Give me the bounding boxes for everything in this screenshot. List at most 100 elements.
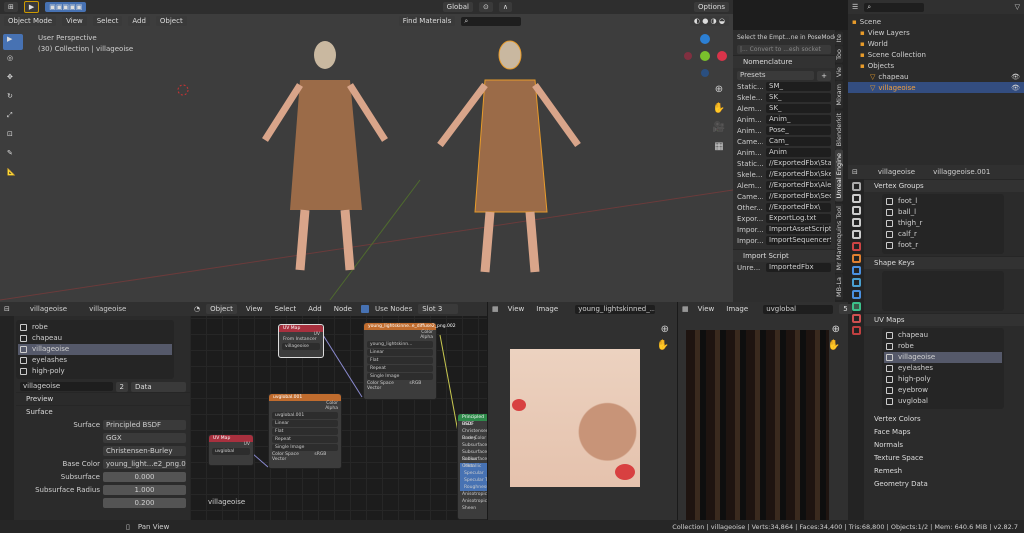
list-item[interactable]: calf_r	[884, 229, 1002, 240]
list-item[interactable]: foot_l	[884, 196, 1002, 207]
display-mode-icon[interactable]: ☰	[852, 3, 858, 11]
add-preset-button[interactable]: +	[817, 70, 831, 81]
list-item[interactable]: foot_r	[884, 240, 1002, 251]
properties-tab[interactable]	[851, 266, 861, 275]
row-field[interactable]: Pose_	[766, 126, 831, 135]
sidebar-tab[interactable]: Vie	[835, 64, 843, 81]
properties-tab[interactable]	[851, 326, 861, 335]
eye-icon[interactable]: 👁	[1011, 84, 1020, 92]
node-image-texture[interactable]: young_lightskinne..e_diffuse2_png.002 Co…	[363, 322, 456, 400]
sidebar-tab[interactable]: MB-La	[835, 274, 843, 301]
outliner-item[interactable]: ▪ Objects	[848, 60, 1024, 71]
list-item[interactable]: chapeau	[18, 333, 172, 344]
properties-section[interactable]: Geometry Data	[864, 478, 1024, 491]
list-item[interactable]: villageoise	[18, 344, 172, 355]
list-item[interactable]: eyelashes	[18, 355, 172, 366]
users-count[interactable]: 2	[115, 381, 128, 392]
row-value[interactable]: Christensen-Burley	[103, 445, 186, 456]
list-item[interactable]: high-poly	[18, 366, 172, 377]
properties-tab[interactable]	[851, 182, 861, 191]
row-field[interactable]: //ExportedFbx\Skel...	[766, 170, 831, 179]
menu-view[interactable]: View	[695, 305, 718, 313]
sidebar-tab[interactable]: Mr Mannequins Tool	[835, 202, 843, 274]
list-item[interactable]: villageoise	[884, 352, 1002, 363]
row-field[interactable]: //ExportedFbx\	[766, 203, 831, 212]
list-item[interactable]: thigh_r	[884, 218, 1002, 229]
sidebar-tab[interactable]: Unreal Engine	[835, 150, 843, 202]
zoom-icon[interactable]: ⊕	[661, 324, 669, 335]
properties-tab[interactable]	[851, 242, 861, 251]
outliner-item[interactable]: ▪ Scene	[848, 16, 1024, 27]
list-item[interactable]: ball_l	[884, 207, 1002, 218]
users-count[interactable]: 5	[839, 304, 852, 314]
camera-icon[interactable]: 🎥	[711, 118, 727, 137]
properties-tab[interactable]	[851, 302, 861, 311]
properties-section[interactable]: Normals	[864, 439, 1024, 452]
row-field[interactable]: SK_	[766, 104, 831, 113]
node-uv-map-1[interactable]: UV Map UV From Instancer villageoise	[278, 324, 324, 358]
shape-keys-section[interactable]: Shape Keys	[864, 256, 1024, 269]
menu-image[interactable]: Image	[533, 305, 561, 313]
outliner-item[interactable]: ▪ View Layers	[848, 27, 1024, 38]
image-selector[interactable]: young_lightskinned_...	[575, 304, 656, 314]
list-item[interactable]: eyebrow	[884, 385, 1002, 396]
sidebar-tab[interactable]: Too	[835, 46, 843, 64]
zoom-icon[interactable]: ⊕	[832, 324, 840, 335]
image-selector[interactable]: uvglobal	[763, 304, 834, 314]
node-uvglobal-texture[interactable]: uvglobal.001 Color Alpha uvglobal.001 Li…	[268, 393, 342, 469]
list-item[interactable]: robe	[18, 322, 172, 333]
row-value[interactable]: GGX	[103, 432, 186, 443]
3d-viewport[interactable]: ⊞ ▶ ▣▣▣▣▣ Global ⊙ ∧ Options Object Mode…	[0, 0, 733, 302]
properties-section[interactable]: Vertex Colors	[864, 413, 1024, 426]
properties-section[interactable]: Remesh	[864, 465, 1024, 478]
properties-tab[interactable]	[851, 290, 861, 299]
row-field[interactable]: ExportLog.txt	[766, 214, 831, 223]
grid-icon[interactable]: ▦	[711, 137, 727, 156]
properties-section[interactable]: Texture Space	[864, 452, 1024, 465]
properties-tab[interactable]	[851, 314, 861, 323]
convert-button[interactable]: |... Convert to ...esh socket	[737, 45, 831, 54]
properties-tab[interactable]	[851, 206, 861, 215]
shader-node-editor[interactable]: ◔ Object View Select Add Node Use Nodes Slot…	[190, 302, 497, 520]
presets-dropdown[interactable]: Presets	[737, 71, 815, 80]
properties-tab[interactable]	[851, 278, 861, 287]
image-editor-1[interactable]: ▦ View Image young_lightskinned_... ⊕ ✋	[487, 302, 677, 520]
row-field[interactable]: Anim_	[766, 115, 831, 124]
properties-tab[interactable]	[851, 194, 861, 203]
row-field[interactable]: SK_	[766, 93, 831, 102]
row-value[interactable]: Principled BSDF	[103, 419, 186, 430]
uv-maps-section[interactable]: UV Maps	[864, 313, 1024, 326]
editor-type-icon[interactable]: ▦	[492, 305, 499, 313]
list-item[interactable]: eyelashes	[884, 363, 1002, 374]
zoom-icon[interactable]: ⊕	[711, 80, 727, 99]
row-field[interactable]: ImportAssetScript.py	[766, 225, 831, 234]
import-script-section[interactable]: Import Script	[733, 249, 835, 262]
row-field[interactable]: //ExportedFbx\Sequ...	[766, 192, 831, 201]
eye-icon[interactable]: 👁	[1011, 73, 1020, 81]
preview-section[interactable]: Preview	[16, 392, 190, 405]
editor-type-icon[interactable]: ▦	[682, 305, 689, 313]
pan-hand-icon[interactable]: ✋	[657, 340, 669, 351]
vertex-groups-section[interactable]: Vertex Groups	[864, 179, 1024, 192]
row-value[interactable]: 0.200	[103, 497, 186, 508]
properties-tab[interactable]	[851, 218, 861, 227]
unreal-field[interactable]: ImportedFbx	[766, 263, 831, 272]
row-field[interactable]: //ExportedFbx\Stati...	[766, 159, 831, 168]
outliner-item[interactable]: ▽ chapeau 👁	[848, 71, 1024, 82]
list-item[interactable]: high-poly	[884, 374, 1002, 385]
row-field[interactable]: //ExportedFbx\Ale...	[766, 181, 831, 190]
list-item[interactable]: uvglobal	[884, 396, 1002, 407]
sidebar-tab[interactable]: Blenderkit	[835, 109, 843, 150]
menu-image[interactable]: Image	[723, 305, 751, 313]
editor-type-icon[interactable]: ⊟	[4, 305, 10, 313]
row-value[interactable]: 1.000	[103, 484, 186, 495]
pan-hand-icon[interactable]: ✋	[711, 99, 727, 118]
outliner-item[interactable]: ▽ villageoise 👁	[848, 82, 1024, 93]
nomenclature-section[interactable]: Nomenclature	[733, 55, 835, 68]
material-name-field[interactable]: villageoise	[20, 382, 113, 391]
row-value[interactable]: 0.000	[103, 471, 186, 482]
outliner-item[interactable]: ▪ World	[848, 38, 1024, 49]
surface-section[interactable]: Surface	[16, 405, 190, 418]
properties-tab[interactable]	[851, 254, 861, 263]
row-field[interactable]: Anim	[766, 148, 831, 157]
